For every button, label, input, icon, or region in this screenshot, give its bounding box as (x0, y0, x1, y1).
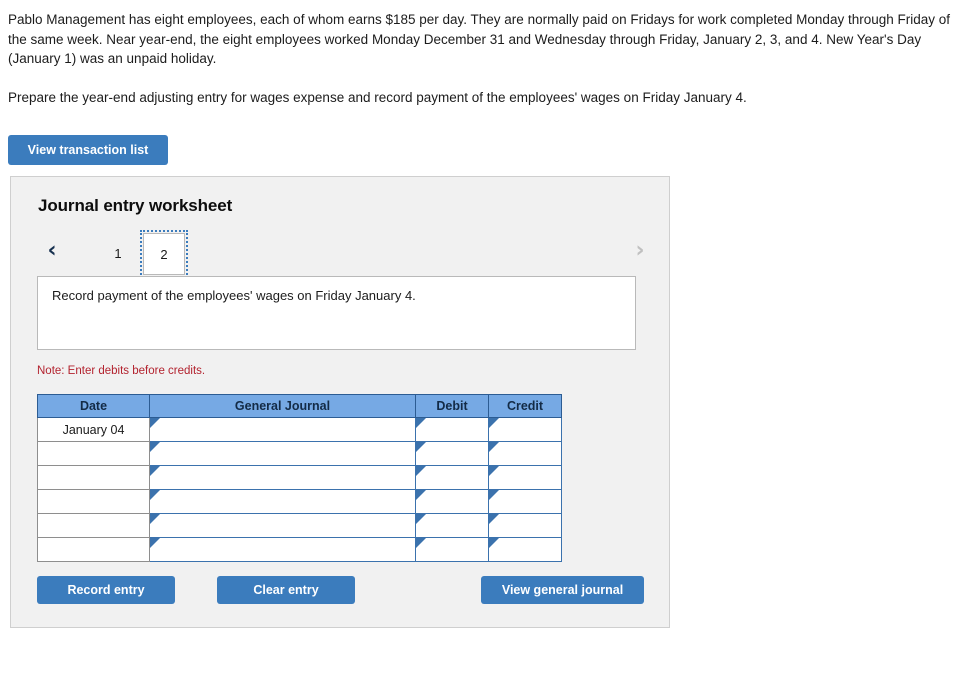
cell-marker-icon (489, 442, 499, 452)
cell-marker-icon (150, 538, 160, 548)
column-header-general-journal: General Journal (149, 394, 416, 418)
credit-input[interactable] (488, 489, 562, 514)
cell-marker-icon (150, 490, 160, 500)
column-header-credit: Credit (488, 394, 562, 418)
tab-1[interactable]: 1 (97, 233, 139, 275)
general-journal-input[interactable] (149, 489, 416, 514)
table-row (37, 537, 562, 562)
journal-entry-table: Date General Journal Debit Credit Januar… (37, 394, 562, 562)
general-journal-input[interactable] (149, 513, 416, 538)
cell-marker-icon (489, 490, 499, 500)
date-cell[interactable] (37, 513, 150, 538)
note-text: Note: Enter debits before credits. (37, 365, 206, 377)
credit-input[interactable] (488, 537, 562, 562)
clear-entry-button[interactable]: Clear entry (217, 576, 355, 604)
credit-input[interactable] (488, 441, 562, 466)
date-cell[interactable] (37, 489, 150, 514)
cell-marker-icon (416, 490, 426, 500)
cell-marker-icon (150, 442, 160, 452)
page-title: Journal entry worksheet (38, 196, 233, 215)
date-cell[interactable] (37, 537, 150, 562)
journal-entry-worksheet-panel: Journal entry worksheet ‹ 1 2 › Record p… (10, 176, 670, 628)
cell-marker-icon (416, 538, 426, 548)
view-transaction-list-button[interactable]: View transaction list (8, 135, 168, 165)
general-journal-input[interactable] (149, 417, 416, 442)
problem-statement: Pablo Management has eight employees, ea… (8, 10, 958, 107)
debit-input[interactable] (415, 537, 489, 562)
table-row: January 04 (37, 417, 562, 442)
table-header-row: Date General Journal Debit Credit (37, 394, 562, 418)
date-cell[interactable]: January 04 (37, 417, 150, 442)
cell-marker-icon (150, 466, 160, 476)
debit-input[interactable] (415, 465, 489, 490)
table-row (37, 465, 562, 490)
cell-marker-icon (489, 538, 499, 548)
problem-paragraph-1: Pablo Management has eight employees, ea… (8, 12, 951, 66)
cell-marker-icon (489, 466, 499, 476)
date-cell[interactable] (37, 441, 150, 466)
record-entry-button[interactable]: Record entry (37, 576, 175, 604)
credit-input[interactable] (488, 465, 562, 490)
cell-marker-icon (416, 442, 426, 452)
cell-marker-icon (416, 514, 426, 524)
problem-paragraph-2: Prepare the year-end adjusting entry for… (8, 89, 747, 105)
general-journal-input[interactable] (149, 537, 416, 562)
date-cell[interactable] (37, 465, 150, 490)
chevron-left-icon[interactable]: ‹ (41, 237, 63, 265)
table-row (37, 441, 562, 466)
cell-marker-icon (489, 418, 499, 428)
table-row (37, 513, 562, 538)
instruction-box: Record payment of the employees' wages o… (37, 276, 636, 350)
debit-input[interactable] (415, 441, 489, 466)
debit-input[interactable] (415, 513, 489, 538)
worksheet-tabstrip: ‹ 1 2 › (37, 230, 651, 278)
journal-entry-table-body: January 04 (37, 417, 562, 562)
cell-marker-icon (150, 514, 160, 524)
general-journal-input[interactable] (149, 441, 416, 466)
cell-marker-icon (489, 514, 499, 524)
general-journal-input[interactable] (149, 465, 416, 490)
instruction-text: Record payment of the employees' wages o… (52, 288, 416, 303)
credit-input[interactable] (488, 417, 562, 442)
chevron-right-icon[interactable]: › (629, 237, 651, 265)
column-header-debit: Debit (415, 394, 489, 418)
tab-2[interactable]: 2 (140, 230, 188, 278)
debit-input[interactable] (415, 417, 489, 442)
table-row (37, 489, 562, 514)
view-general-journal-button[interactable]: View general journal (481, 576, 644, 604)
cell-marker-icon (416, 418, 426, 428)
column-header-date: Date (37, 394, 150, 418)
credit-input[interactable] (488, 513, 562, 538)
cell-marker-icon (416, 466, 426, 476)
cell-marker-icon (150, 418, 160, 428)
debit-input[interactable] (415, 489, 489, 514)
